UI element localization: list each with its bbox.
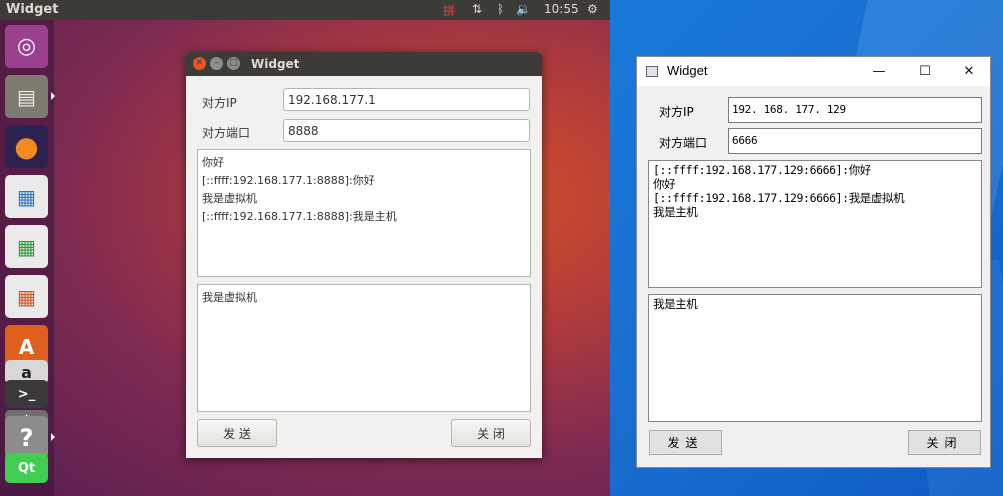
- window-titlebar[interactable]: ✕ – □ Widget: [186, 52, 542, 76]
- peer-ip-label: 对方IP: [202, 96, 237, 110]
- network-updown-icon[interactable]: ⇅: [472, 2, 482, 16]
- received-messages-area[interactable]: [::ffff:192.168.177.129:6666]:你好 你好 [::f…: [648, 160, 982, 288]
- impress-icon[interactable]: ▦: [5, 275, 48, 318]
- peer-port-input[interactable]: 8888: [283, 119, 530, 142]
- bluetooth-icon[interactable]: ᛒ: [497, 2, 504, 16]
- peer-port-label: 对方端口: [659, 136, 708, 150]
- terminal-icon[interactable]: >_: [5, 380, 48, 408]
- window-titlebar[interactable]: Widget — ☐ ✕: [637, 57, 990, 86]
- message-line: 你好: [202, 156, 224, 169]
- received-messages-area[interactable]: 你好 [::ffff:192.168.177.1:8888]:你好 我是虚拟机 …: [197, 149, 531, 277]
- ubuntu-logo-icon[interactable]: ◎: [5, 25, 48, 68]
- message-line: 我是虚拟机: [202, 192, 257, 205]
- close-button[interactable]: 关 闭: [451, 419, 531, 447]
- ubuntu-widget-window: ✕ – □ Widget 对方IP 192.168.177.1 对方端口 888…: [186, 52, 542, 458]
- gear-icon[interactable]: ⚙: [587, 2, 598, 16]
- peer-port-label: 对方端口: [202, 126, 251, 140]
- ubuntu-desktop: Widget 拼 ⇅ ᛒ 🔉 10:55 ⚙ ◎ ▤ ● ▦ ▦ ▦ A a >…: [0, 0, 610, 496]
- message-line: [::ffff:192.168.177.1:8888]:我是主机: [202, 210, 397, 223]
- clock-time[interactable]: 10:55: [544, 2, 579, 16]
- peer-ip-input[interactable]: 192. 168. 177. 129: [728, 97, 982, 123]
- send-message-input[interactable]: 我是虚拟机: [197, 284, 531, 412]
- peer-ip-label: 对方IP: [659, 105, 694, 119]
- maximize-icon[interactable]: ☐: [902, 57, 948, 86]
- qt-creator-icon[interactable]: Qt: [5, 453, 48, 483]
- running-indicator: [51, 92, 55, 100]
- ubuntu-top-panel: Widget 拼 ⇅ ᛒ 🔉 10:55 ⚙: [0, 0, 610, 20]
- message-line: [::ffff:192.168.177.1:8888]:你好: [202, 174, 375, 187]
- peer-port-input[interactable]: 6666: [728, 128, 982, 154]
- window-title: Widget: [251, 57, 300, 71]
- active-app-title: Widget: [6, 2, 59, 17]
- send-text: 我是虚拟机: [202, 291, 257, 304]
- windows-widget-window: Widget — ☐ ✕ 对方IP 192. 168. 177. 129 对方端…: [636, 56, 991, 468]
- close-icon[interactable]: ✕: [946, 57, 992, 86]
- maximize-icon[interactable]: □: [227, 57, 240, 70]
- peer-ip-input[interactable]: 192.168.177.1: [283, 88, 530, 111]
- firefox-icon[interactable]: ●: [5, 125, 48, 168]
- message-line: 你好: [653, 177, 676, 191]
- message-line: [::ffff:192.168.177.129:6666]:我是虚拟机: [653, 191, 905, 205]
- message-line: 我是主机: [653, 205, 698, 219]
- window-title: Widget: [667, 63, 708, 78]
- app-window-icon: [646, 66, 658, 77]
- send-button[interactable]: 发送: [649, 430, 722, 455]
- minimize-icon[interactable]: –: [210, 57, 223, 70]
- close-icon[interactable]: ✕: [193, 57, 206, 70]
- running-indicator: [51, 433, 55, 441]
- volume-icon[interactable]: 🔉: [516, 2, 531, 16]
- unity-launcher: ◎ ▤ ● ▦ ▦ ▦ A a >_ ⚙ ? Qt: [0, 20, 55, 496]
- send-button[interactable]: 发 送: [197, 419, 277, 447]
- close-button[interactable]: 关闭: [908, 430, 981, 455]
- input-method-indicator[interactable]: 拼: [443, 2, 455, 19]
- files-icon[interactable]: ▤: [5, 75, 48, 118]
- calc-icon[interactable]: ▦: [5, 225, 48, 268]
- message-line: [::ffff:192.168.177.129:6666]:你好: [653, 163, 871, 177]
- send-text: 我是主机: [653, 297, 698, 311]
- writer-icon[interactable]: ▦: [5, 175, 48, 218]
- send-message-input[interactable]: 我是主机: [648, 294, 982, 422]
- minimize-icon[interactable]: —: [856, 57, 902, 86]
